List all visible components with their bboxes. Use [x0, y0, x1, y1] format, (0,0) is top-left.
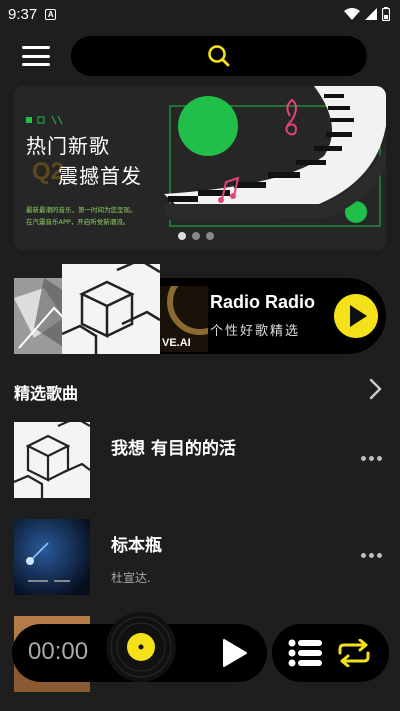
status-bar: 9:37 A: [0, 0, 400, 28]
section-header: 精选歌曲: [14, 378, 386, 404]
more-options-icon[interactable]: [361, 553, 382, 558]
banner-title-line2: 震撼首发: [58, 164, 142, 188]
play-button[interactable]: [220, 638, 248, 668]
search-bar[interactable]: [71, 36, 367, 76]
menu-button[interactable]: [22, 44, 50, 68]
radio-play-button[interactable]: [334, 294, 378, 338]
piano-illustration: [164, 86, 386, 227]
radio-title: Radio Radio: [210, 292, 316, 312]
song-item[interactable]: 我想 有目的的活: [14, 422, 386, 498]
radio-cover-3[interactable]: VE.AI: [160, 286, 208, 352]
app-notification-icon: A: [45, 8, 57, 20]
song-title: 我想 有目的的活: [111, 439, 236, 459]
banner-dot[interactable]: [206, 232, 214, 240]
song-cover: [14, 422, 90, 498]
battery-icon: [382, 7, 390, 21]
wifi-icon: [344, 8, 360, 20]
song-artist: 杜宣达.: [111, 571, 151, 585]
player-controls: [272, 624, 389, 682]
radio-cover-3-text: VE.AI: [162, 337, 191, 349]
player-time: 00:00: [28, 638, 89, 665]
repeat-icon[interactable]: [336, 639, 372, 667]
banner-deco-icon: [26, 116, 63, 124]
playlist-icon[interactable]: [288, 638, 322, 668]
mini-player[interactable]: 00:00: [12, 612, 267, 682]
song-title: 标本瓶: [111, 536, 162, 556]
banner-dot[interactable]: [178, 232, 186, 240]
banner-desc-line1: 最新最潮的音乐，第一时间为您呈现。: [26, 206, 137, 214]
menu-icon: [22, 46, 50, 49]
banner-desc-line2: 在汽震音乐APP，开启听觉新潮流。: [26, 218, 130, 226]
search-icon: [208, 45, 230, 67]
banner-dot[interactable]: [192, 232, 200, 240]
chevron-right-icon[interactable]: [368, 378, 382, 400]
promo-banner[interactable]: Q2 热门新歌 震撼首发 最新最潮的音乐，第一时间为您呈现。 在汽震音乐APP，…: [14, 86, 386, 250]
signal-icon: [365, 8, 377, 20]
radio-subtitle: 个性好歌精选: [210, 324, 301, 339]
status-time: 9:37: [8, 5, 38, 23]
banner-pagination: [178, 232, 214, 240]
song-item[interactable]: 标本瓶 杜宣达.: [14, 519, 386, 595]
radio-cover-2[interactable]: [62, 264, 160, 354]
vinyl-disc-icon[interactable]: [106, 612, 176, 682]
more-options-icon[interactable]: [361, 456, 382, 461]
song-cover: [14, 519, 90, 595]
radio-card[interactable]: VE.AI Radio Radio 个性好歌精选: [14, 264, 386, 354]
section-title: 精选歌曲: [14, 384, 79, 403]
banner-title-line1: 热门新歌: [26, 134, 110, 158]
